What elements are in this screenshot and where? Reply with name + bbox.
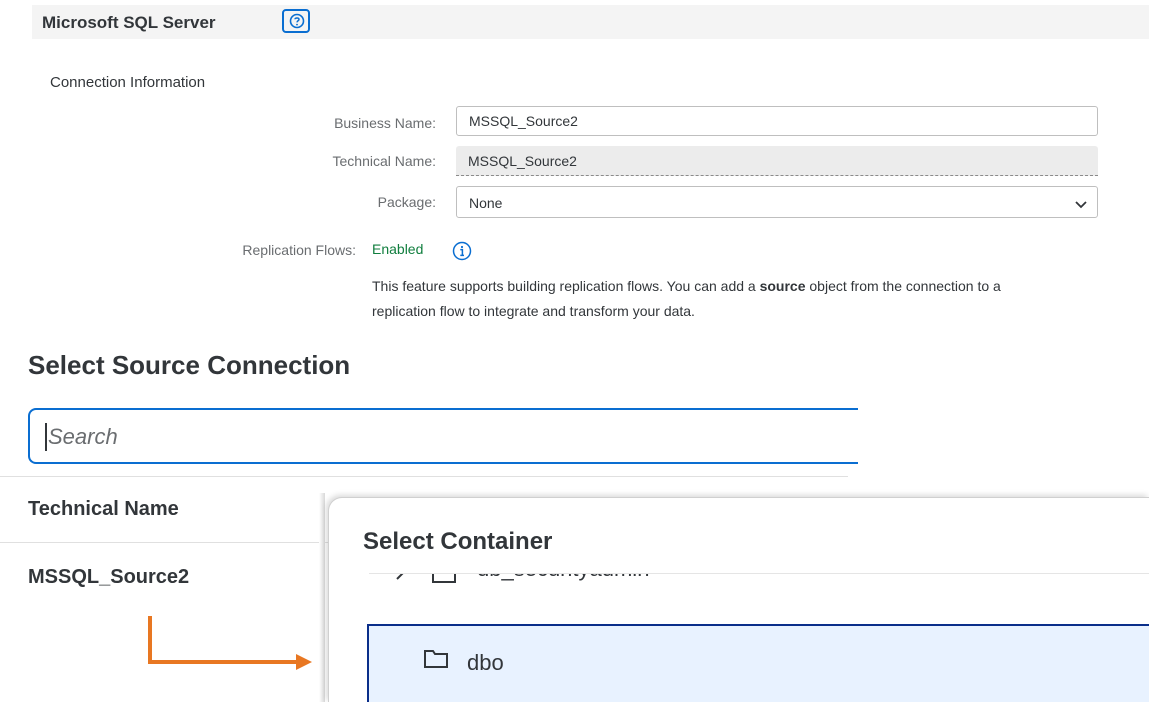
tree-item-label: dbo [467,650,504,675]
tree-item-selected[interactable]: dbo [367,624,1149,702]
arrow-icon [148,616,312,670]
package-value: None [469,195,503,211]
replication-status: Enabled [372,241,424,257]
chevron-down-icon [1075,197,1087,213]
help-icon[interactable] [282,9,310,33]
package-select[interactable]: None [456,186,1098,218]
column-header-technical-name[interactable]: Technical Name [28,498,179,521]
select-container-dialog: Select Container db_securityadmin dbo [328,497,1149,702]
section-label: Connection Information [50,74,206,91]
dialog-shadow [319,493,325,702]
page-title: Microsoft SQL Server [42,13,216,32]
technical-name-field: MSSQL_Source2 [456,146,1098,176]
connection-header: Microsoft SQL Server [32,5,1149,39]
folder-icon [431,574,457,589]
chevron-right-icon[interactable] [395,574,405,585]
source-connection-title: Select Source Connection [28,350,351,380]
search-box[interactable] [28,408,858,464]
info-icon[interactable] [452,241,472,266]
divider [0,542,330,543]
replication-description: This feature supports building replicati… [372,278,1001,319]
technical-name-label: Technical Name: [332,153,437,169]
dialog-title: Select Container [363,528,553,555]
search-input[interactable] [46,418,828,456]
package-label: Package: [377,194,436,210]
tree-item[interactable]: db_securityadmin [367,574,1149,600]
business-name-label: Business Name: [334,115,436,131]
replication-flows-label: Replication Flows: [242,242,356,258]
business-name-input[interactable] [456,106,1098,136]
divider [0,476,848,477]
tree-item-label: db_securityadmin [477,574,649,582]
folder-icon [423,647,449,674]
connection-row[interactable]: MSSQL_Source2 [28,566,189,589]
